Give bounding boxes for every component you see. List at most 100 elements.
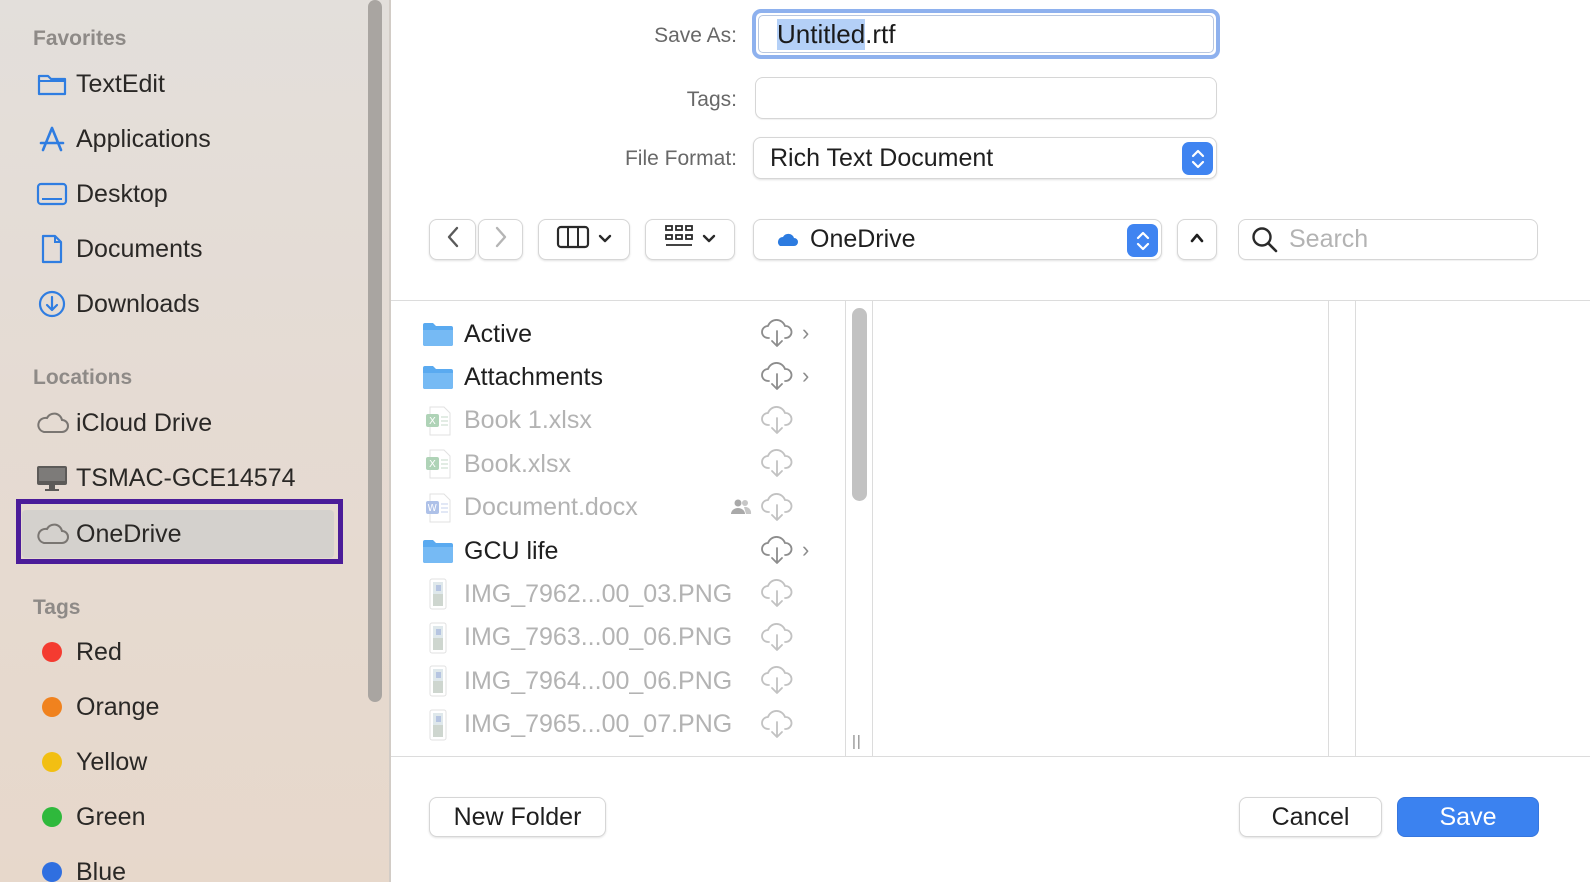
sidebar-tag-blue[interactable]: Blue xyxy=(28,849,338,882)
cloud-download-icon[interactable] xyxy=(760,578,794,613)
shared-people-icon xyxy=(730,498,752,521)
tag-color-dot xyxy=(28,739,76,785)
search-field[interactable] xyxy=(1238,219,1538,260)
file-name: Attachments xyxy=(464,362,603,391)
grid-icon xyxy=(664,224,694,255)
document-icon xyxy=(28,226,76,272)
file-format-label: File Format: xyxy=(624,147,737,170)
sidebar-item-label: Applications xyxy=(76,124,211,153)
sidebar-item-label: TSMAC-GCE14574 xyxy=(76,463,296,492)
cloud-download-icon[interactable] xyxy=(760,448,794,483)
cloud-download-icon[interactable] xyxy=(760,361,794,396)
cloud-download-icon[interactable] xyxy=(760,709,794,744)
chevron-right-icon: › xyxy=(802,320,810,345)
sidebar-item-label: Red xyxy=(76,637,122,666)
chevron-down-icon xyxy=(702,231,716,249)
cloud-download-icon[interactable] xyxy=(760,665,794,700)
tags-field[interactable] xyxy=(755,77,1217,119)
folder-row[interactable]: Active › xyxy=(420,314,820,354)
folder-row[interactable]: Attachments › xyxy=(420,357,820,397)
file-row[interactable]: IMG_7962...00_03.PNG xyxy=(420,574,820,614)
file-format-popup[interactable]: Rich Text Document xyxy=(753,137,1217,179)
svg-text:W: W xyxy=(428,503,438,514)
cancel-button[interactable]: Cancel xyxy=(1239,797,1382,837)
group-button[interactable] xyxy=(645,219,735,260)
search-input[interactable] xyxy=(1289,225,1509,254)
save-as-field[interactable]: Untitled .rtf xyxy=(752,9,1220,59)
sidebar-item-icloud-drive[interactable]: iCloud Drive xyxy=(28,400,338,446)
sidebar-divider xyxy=(389,0,391,882)
sidebar-scrollbar[interactable] xyxy=(368,0,382,702)
up-down-arrows-icon xyxy=(1182,142,1213,175)
sidebar-item-label: Blue xyxy=(76,857,127,882)
file-name: IMG_7962...00_03.PNG xyxy=(464,579,733,608)
sidebar-item-label: Yellow xyxy=(76,747,148,776)
file-list-scrollbar[interactable] xyxy=(852,308,867,501)
sidebar-tag-red[interactable]: Red xyxy=(28,629,338,675)
location-name: OneDrive xyxy=(810,225,916,253)
sidebar-item-textedit[interactable]: TextEdit xyxy=(28,61,338,107)
applications-icon xyxy=(28,116,76,162)
sidebar-item-computer[interactable]: TSMAC-GCE14574 xyxy=(28,455,338,501)
browser-bottom-border xyxy=(391,756,1590,757)
computer-icon xyxy=(28,455,76,501)
file-row[interactable]: IMG_7963...00_06.PNG xyxy=(420,618,820,658)
sidebar-item-documents[interactable]: Documents xyxy=(28,226,338,272)
file-name: IMG_7964...00_06.PNG xyxy=(464,666,733,695)
forward-button[interactable] xyxy=(478,219,523,260)
svg-text:X: X xyxy=(429,459,436,470)
new-folder-button[interactable]: New Folder xyxy=(429,797,606,837)
save-button[interactable]: Save xyxy=(1397,797,1539,837)
sidebar-tag-orange[interactable]: Orange xyxy=(28,684,338,730)
png-file-icon xyxy=(420,663,456,699)
locations-heading: Locations xyxy=(33,366,133,389)
xlsx-file-icon: X xyxy=(420,403,456,439)
column-divider xyxy=(845,301,846,756)
save-as-selected-text: Untitled xyxy=(777,18,866,50)
tags-heading: Tags xyxy=(33,596,81,619)
file-name: Document.docx xyxy=(464,493,638,522)
cloud-download-icon[interactable] xyxy=(760,535,794,570)
cloud-download-icon[interactable] xyxy=(760,405,794,440)
favorites-heading: Favorites xyxy=(33,27,127,50)
column-resize-handle[interactable]: || xyxy=(852,733,862,750)
cloud-icon xyxy=(28,400,76,446)
chevron-down-icon xyxy=(598,231,612,249)
file-row[interactable]: IMG_7964...00_06.PNG xyxy=(420,661,820,701)
folder-row[interactable]: GCU life › xyxy=(420,531,820,571)
folder-icon xyxy=(420,533,456,569)
location-popup[interactable]: OneDrive xyxy=(753,219,1162,260)
chevron-right-icon: › xyxy=(802,363,810,389)
cloud-download-icon[interactable] xyxy=(760,492,794,527)
sidebar-item-label: Green xyxy=(76,802,146,831)
view-columns-button[interactable] xyxy=(538,219,630,260)
sidebar-tag-green[interactable]: Green xyxy=(28,794,338,840)
file-name: Book.xlsx xyxy=(464,449,571,478)
sidebar-item-label: TextEdit xyxy=(76,69,165,98)
sidebar-item-downloads[interactable]: Downloads xyxy=(28,281,338,327)
browser-top-border xyxy=(391,300,1590,301)
file-row[interactable]: W Document.docx xyxy=(420,488,820,528)
sidebar-item-label: Documents xyxy=(76,234,203,263)
chevron-right-icon: › xyxy=(802,537,810,562)
collapse-button[interactable] xyxy=(1177,219,1217,260)
save-as-label: Save As: xyxy=(654,24,737,47)
sidebar-item-applications[interactable]: Applications xyxy=(28,116,338,162)
cloud-download-icon[interactable] xyxy=(760,622,794,657)
cloud-download-icon[interactable] xyxy=(760,318,794,353)
column-divider xyxy=(1328,301,1329,756)
png-file-icon xyxy=(420,707,456,743)
tag-color-dot xyxy=(28,684,76,730)
tags-label: Tags: xyxy=(686,88,737,111)
file-row[interactable]: IMG_7965...00_07.PNG xyxy=(420,705,820,745)
file-row[interactable]: X Book.xlsx xyxy=(420,444,820,484)
png-file-icon xyxy=(420,620,456,656)
download-icon xyxy=(28,281,76,327)
file-row[interactable]: X Book 1.xlsx xyxy=(420,401,820,441)
back-button[interactable] xyxy=(429,219,476,260)
file-name: Active xyxy=(464,319,533,348)
search-icon xyxy=(1251,226,1279,254)
sidebar-item-desktop[interactable]: Desktop xyxy=(28,171,338,217)
sidebar-tag-yellow[interactable]: Yellow xyxy=(28,739,338,785)
file-name: Book 1.xlsx xyxy=(464,406,592,435)
